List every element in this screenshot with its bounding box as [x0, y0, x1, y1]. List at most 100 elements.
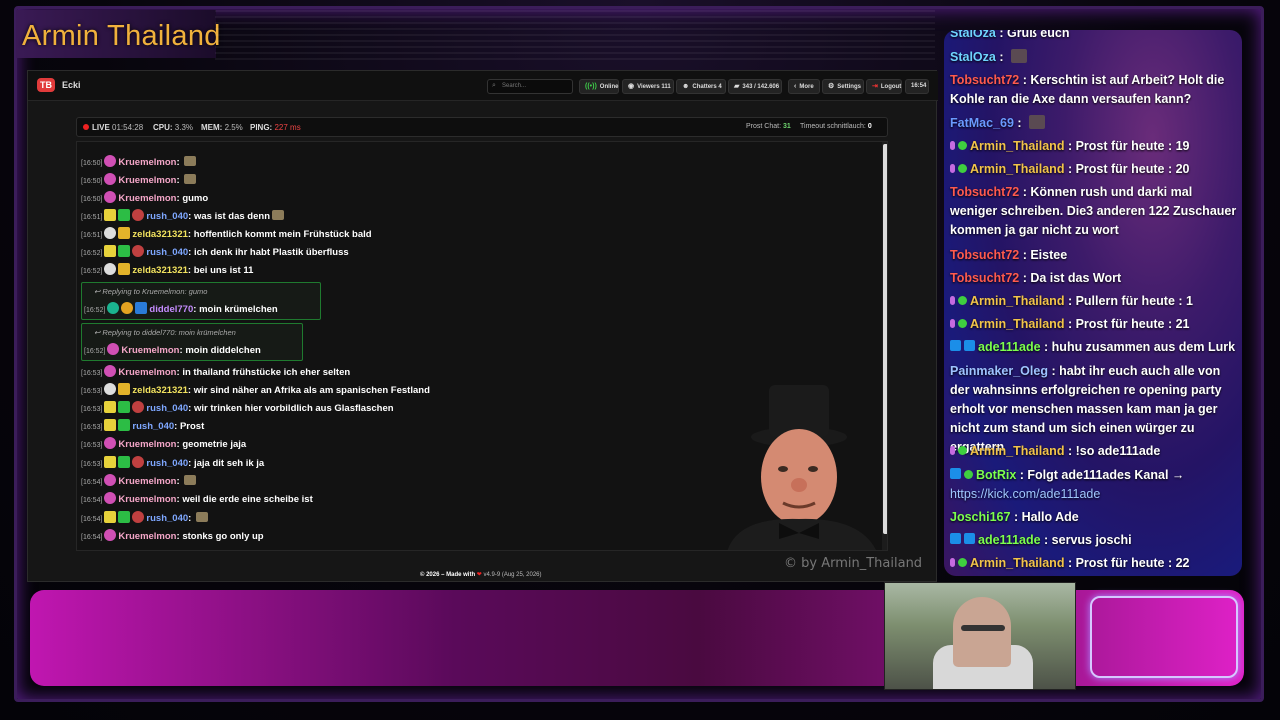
username[interactable]: zelda321321: [132, 229, 187, 240]
username[interactable]: rush_040: [146, 247, 188, 258]
badge-icon: [964, 470, 973, 479]
live-dot-icon: [83, 124, 89, 130]
badge-icon: [104, 155, 117, 167]
username[interactable]: Kruemelmon: [118, 175, 176, 186]
chat-line: [16:50] Kruemelmon: gumo: [81, 191, 209, 204]
username: StalOza: [950, 50, 996, 64]
messages-pill[interactable]: ▰ 343 / 142.606: [728, 79, 782, 94]
message-text: Prost für heute : 21: [1075, 317, 1190, 331]
ping-value: 227 ms: [274, 123, 301, 132]
chat-messages[interactable]: [16:50] Kruemelmon: [16:50] Kruemelmon: [1…: [76, 141, 888, 551]
badge-icon: [104, 529, 117, 541]
username[interactable]: rush_040: [146, 513, 188, 524]
scroll-thumb[interactable]: [883, 144, 887, 534]
username[interactable]: diddel770: [149, 304, 193, 315]
neon-frame: [1090, 596, 1238, 678]
pill-label: 16:54: [911, 83, 927, 89]
username[interactable]: Kruemelmon: [121, 345, 179, 356]
stream-chat-line: Armin_Thailand : Prost für heute : 22: [950, 554, 1240, 573]
username[interactable]: rush_040: [146, 403, 188, 414]
message-text: bei uns ist 11: [193, 265, 254, 276]
chat-bubble-icon: ▰: [734, 83, 740, 90]
chat-line: [16:53] Kruemelmon: in thailand frühstück…: [81, 365, 351, 378]
badge-icon: [104, 437, 117, 449]
badge-icon: [118, 209, 131, 221]
username[interactable]: Kruemelmon: [118, 157, 176, 168]
username[interactable]: Kruemelmon: [118, 476, 176, 487]
username[interactable]: Kruemelmon: [118, 193, 176, 204]
message-text: moin diddelchen: [185, 345, 261, 356]
stream-chat-line: Armin_Thailand : !so ade111ade: [950, 442, 1240, 461]
username[interactable]: Kruemelmon: [118, 531, 176, 542]
badge-icon: [135, 302, 148, 314]
channel-link[interactable]: https://kick.com/ade111ade: [950, 487, 1100, 501]
stream-chat-line: Tobsucht72 : Eistee: [950, 248, 1068, 262]
chat-line: [16:54] Kruemelmon: weil die erde eine sc…: [81, 492, 313, 505]
badge-icon: [121, 302, 134, 314]
settings-pill[interactable]: ⚙ Settings: [822, 79, 864, 94]
chat-line: [16:50] Kruemelmon:: [81, 173, 197, 189]
message-text: Prost für heute : 22: [1075, 556, 1190, 570]
footer-prefix: © 2026 – Made with: [420, 572, 476, 578]
timestamp: [16:51]: [81, 232, 103, 239]
logout-pill[interactable]: ⇥ Logout: [866, 79, 902, 94]
online-pill[interactable]: ((•)) Online: [579, 79, 619, 94]
timestamp: [16:50]: [81, 178, 103, 185]
username: Painmaker_Oleg: [950, 364, 1048, 378]
username[interactable]: Kruemelmon: [118, 494, 176, 505]
username[interactable]: rush_040: [132, 421, 174, 432]
username[interactable]: Kruemelmon: [118, 367, 176, 378]
badge-icon: [104, 456, 117, 468]
badge-icon: [132, 401, 145, 413]
pill-label: Chatters 4: [692, 84, 722, 90]
username: Tobsucht72: [950, 248, 1020, 262]
username[interactable]: rush_040: [146, 458, 188, 469]
stream-chat-line: Armin_Thailand : Prost für heute : 19: [950, 137, 1240, 156]
pill-label: Online: [599, 84, 619, 90]
badge-icon: [958, 141, 967, 150]
viewers-pill[interactable]: ◉ Viewers 111: [622, 79, 674, 94]
badge-icon: [958, 319, 967, 328]
chevron-left-icon: ‹: [794, 83, 797, 90]
username[interactable]: Kruemelmon: [118, 439, 176, 450]
username[interactable]: rush_040: [146, 211, 188, 222]
logout-icon: ⇥: [872, 83, 878, 90]
message-text: Folgt ade111ades Kanal →: [1027, 468, 1185, 482]
badge-icon: [118, 511, 131, 523]
timestamp: [16:53]: [81, 442, 103, 449]
chat-scrollbar[interactable]: [882, 142, 887, 550]
message-text: Pullern für heute : 1: [1075, 294, 1193, 308]
username: Armin_Thailand: [970, 294, 1065, 308]
message-text: !so ade111ade: [1075, 444, 1161, 458]
timestamp: [16:54]: [81, 516, 103, 523]
badge-icon: [118, 456, 131, 468]
emote-icon: [272, 210, 284, 220]
ping-label: PING:: [250, 123, 273, 132]
pill-label: More: [799, 84, 814, 90]
username[interactable]: zelda321321: [132, 385, 187, 396]
username: BotRix: [976, 468, 1017, 482]
stream-chat-overlay: StalOza : Grüß euch StalOza : Tobsucht72 …: [944, 30, 1242, 576]
chatters-pill[interactable]: ☻ Chatters 4: [676, 79, 726, 94]
chat-line: [16:54] Kruemelmon:: [81, 474, 197, 490]
more-pill[interactable]: ‹ More: [788, 79, 820, 94]
clock-pill[interactable]: 16:54: [905, 79, 929, 94]
username: ade111ade: [978, 533, 1041, 547]
timestamp: [16:51]: [81, 214, 103, 221]
badge-icon: [950, 340, 961, 351]
username[interactable]: zelda321321: [132, 265, 187, 276]
timeout-value: 0: [867, 123, 872, 130]
message-text: in thailand frühstücke ich eher selten: [182, 367, 351, 378]
app-logo[interactable]: TB: [37, 78, 55, 92]
timestamp: [16:50]: [81, 196, 103, 203]
message-text: wir trinken hier vorbildlich aus Glasfla…: [193, 403, 394, 414]
chat-line: [16:52] Kruemelmon: moin diddelchen: [84, 343, 261, 356]
emote-icon: [184, 174, 197, 184]
search-input[interactable]: ⌕ Search...: [487, 79, 573, 94]
stream-chat-line: ade111ade : servus joschi: [950, 531, 1240, 550]
chat-line: [16:52] zelda321321: bei uns ist 11: [81, 263, 254, 276]
badge-icon: [950, 141, 955, 150]
badge-icon: [104, 511, 117, 523]
message-text: hoffentlich kommt mein Frühstück bald: [193, 229, 372, 240]
stream-chat-line: Joschi167 : Hallo Ade: [950, 510, 1079, 524]
